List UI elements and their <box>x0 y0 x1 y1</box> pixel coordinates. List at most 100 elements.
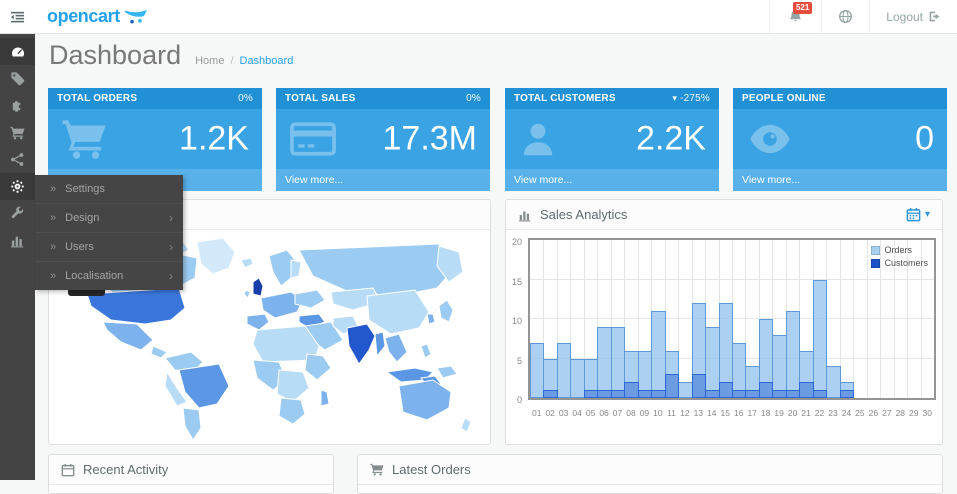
recent-activity-panel: Recent Activity <box>48 454 334 494</box>
sidebar-item-extensions[interactable] <box>0 92 35 119</box>
bar-customers-07 <box>611 390 625 398</box>
double-angle-right-icon <box>50 212 56 224</box>
double-angle-right-icon <box>50 183 56 195</box>
top-header: opencart 521 Logout <box>0 0 957 34</box>
x-tick-label: 20 <box>786 408 799 418</box>
system-submenu: Settings Design Users Localisation <box>35 175 183 290</box>
bar-orders-04 <box>570 359 584 399</box>
x-tick-label: 03 <box>557 408 570 418</box>
bar-customers-14 <box>705 390 719 398</box>
bar-customers-10 <box>651 390 665 398</box>
bar-customers-15 <box>719 382 733 398</box>
x-tick-label: 17 <box>745 408 758 418</box>
menu-toggle-button[interactable] <box>0 0 35 33</box>
chart-plot-area: Orders Customers <box>528 238 936 400</box>
x-tick-label: 13 <box>692 408 705 418</box>
stores-button[interactable] <box>821 0 869 33</box>
tile-label: TOTAL ORDERS <box>57 93 137 104</box>
bar-orders-07 <box>611 327 625 398</box>
x-tick-label: 30 <box>921 408 934 418</box>
sales-analytics-panel: Sales Analytics 05101520 OrdersCustomers… <box>505 199 943 445</box>
logout-button[interactable]: Logout <box>869 0 957 33</box>
sidebar-item-reports[interactable] <box>0 227 35 254</box>
breadcrumb-separator: / <box>230 55 233 67</box>
y-tick-label: 10 <box>512 316 522 326</box>
notifications-button[interactable]: 521 <box>769 0 821 33</box>
sidebar-item-marketing[interactable] <box>0 146 35 173</box>
submenu-label: Settings <box>65 183 105 195</box>
opencart-logo[interactable]: opencart <box>47 0 148 33</box>
x-tick-label: 04 <box>570 408 583 418</box>
x-tick-label: 25 <box>853 408 866 418</box>
x-tick-label: 10 <box>651 408 664 418</box>
bar-customers-02 <box>543 390 557 398</box>
breadcrumb-home[interactable]: Home <box>195 55 224 67</box>
sidebar-item-catalog[interactable] <box>0 65 35 92</box>
tile-total-customers: TOTAL CUSTOMERS -275% 2.2K View more... <box>505 88 719 191</box>
legend-entry: Customers <box>871 258 928 268</box>
sidebar-item-sales[interactable] <box>0 119 35 146</box>
breadcrumb-dashboard[interactable]: Dashboard <box>240 55 294 67</box>
outdent-icon <box>10 10 25 24</box>
bar-chart-icon <box>10 233 25 248</box>
x-tick-label: 24 <box>840 408 853 418</box>
tile-people-online: PEOPLE ONLINE 0 View more... <box>733 88 947 191</box>
submenu-item-users[interactable]: Users <box>35 233 183 262</box>
x-tick-label: 26 <box>867 408 880 418</box>
gridline <box>530 279 934 280</box>
cart-icon <box>10 126 25 140</box>
user-icon <box>518 119 558 159</box>
x-tick-label: 02 <box>543 408 556 418</box>
chevron-right-icon <box>169 211 173 225</box>
bar-customers-11 <box>665 374 679 398</box>
view-more-link[interactable]: View more... <box>276 169 490 191</box>
bar-customers-24 <box>840 390 854 398</box>
tile-total-sales: TOTAL SALES 0% 17.3M View more... <box>276 88 490 191</box>
tile-label: PEOPLE ONLINE <box>742 93 826 104</box>
x-tick-label: 05 <box>584 408 597 418</box>
bar-orders-23 <box>826 366 840 398</box>
gridline <box>867 240 868 398</box>
panel-title: Recent Activity <box>83 462 168 477</box>
x-tick-label: 23 <box>826 408 839 418</box>
submenu-label: Users <box>65 241 94 253</box>
bar-orders-20 <box>786 311 800 398</box>
bar-customers-21 <box>799 382 813 398</box>
chart-x-axis: 0102030405060708091011121314151617181920… <box>530 406 934 420</box>
tile-value: 0 <box>915 120 934 159</box>
chart-range-button[interactable] <box>906 207 930 222</box>
submenu-item-settings[interactable]: Settings <box>35 175 183 204</box>
bar-customers-08 <box>624 382 638 398</box>
sidebar-item-tools[interactable] <box>0 200 35 227</box>
gridline <box>853 240 854 398</box>
submenu-item-design[interactable]: Design <box>35 204 183 233</box>
bar-orders-01 <box>530 343 544 398</box>
double-angle-right-icon <box>50 270 56 282</box>
submenu-item-localisation[interactable]: Localisation <box>35 262 183 290</box>
view-more-link[interactable]: View more... <box>505 169 719 191</box>
x-tick-label: 27 <box>880 408 893 418</box>
credit-card-icon <box>289 119 337 159</box>
bar-orders-10 <box>651 311 665 398</box>
puzzle-icon <box>10 98 25 113</box>
legend-label: Orders <box>884 245 912 255</box>
y-tick-label: 20 <box>512 237 522 247</box>
tile-percent: -275% <box>680 93 710 104</box>
chart-area: 05101520 OrdersCustomers 010203040506070… <box>506 230 942 444</box>
bar-orders-12 <box>678 382 692 398</box>
tile-value: 17.3M <box>383 120 478 159</box>
x-tick-label: 28 <box>894 408 907 418</box>
bar-orders-03 <box>557 343 571 398</box>
x-tick-label: 08 <box>624 408 637 418</box>
bar-customers-19 <box>772 390 786 398</box>
wrench-icon <box>10 206 25 221</box>
sidebar-item-system[interactable] <box>0 173 35 200</box>
caret-down-icon <box>672 93 677 104</box>
view-more-link[interactable]: View more... <box>733 169 947 191</box>
sign-out-icon <box>928 10 941 23</box>
double-angle-right-icon <box>50 241 56 253</box>
sidebar <box>0 33 35 480</box>
bar-customers-09 <box>638 390 652 398</box>
x-tick-label: 22 <box>813 408 826 418</box>
sidebar-item-dashboard[interactable] <box>0 38 35 65</box>
